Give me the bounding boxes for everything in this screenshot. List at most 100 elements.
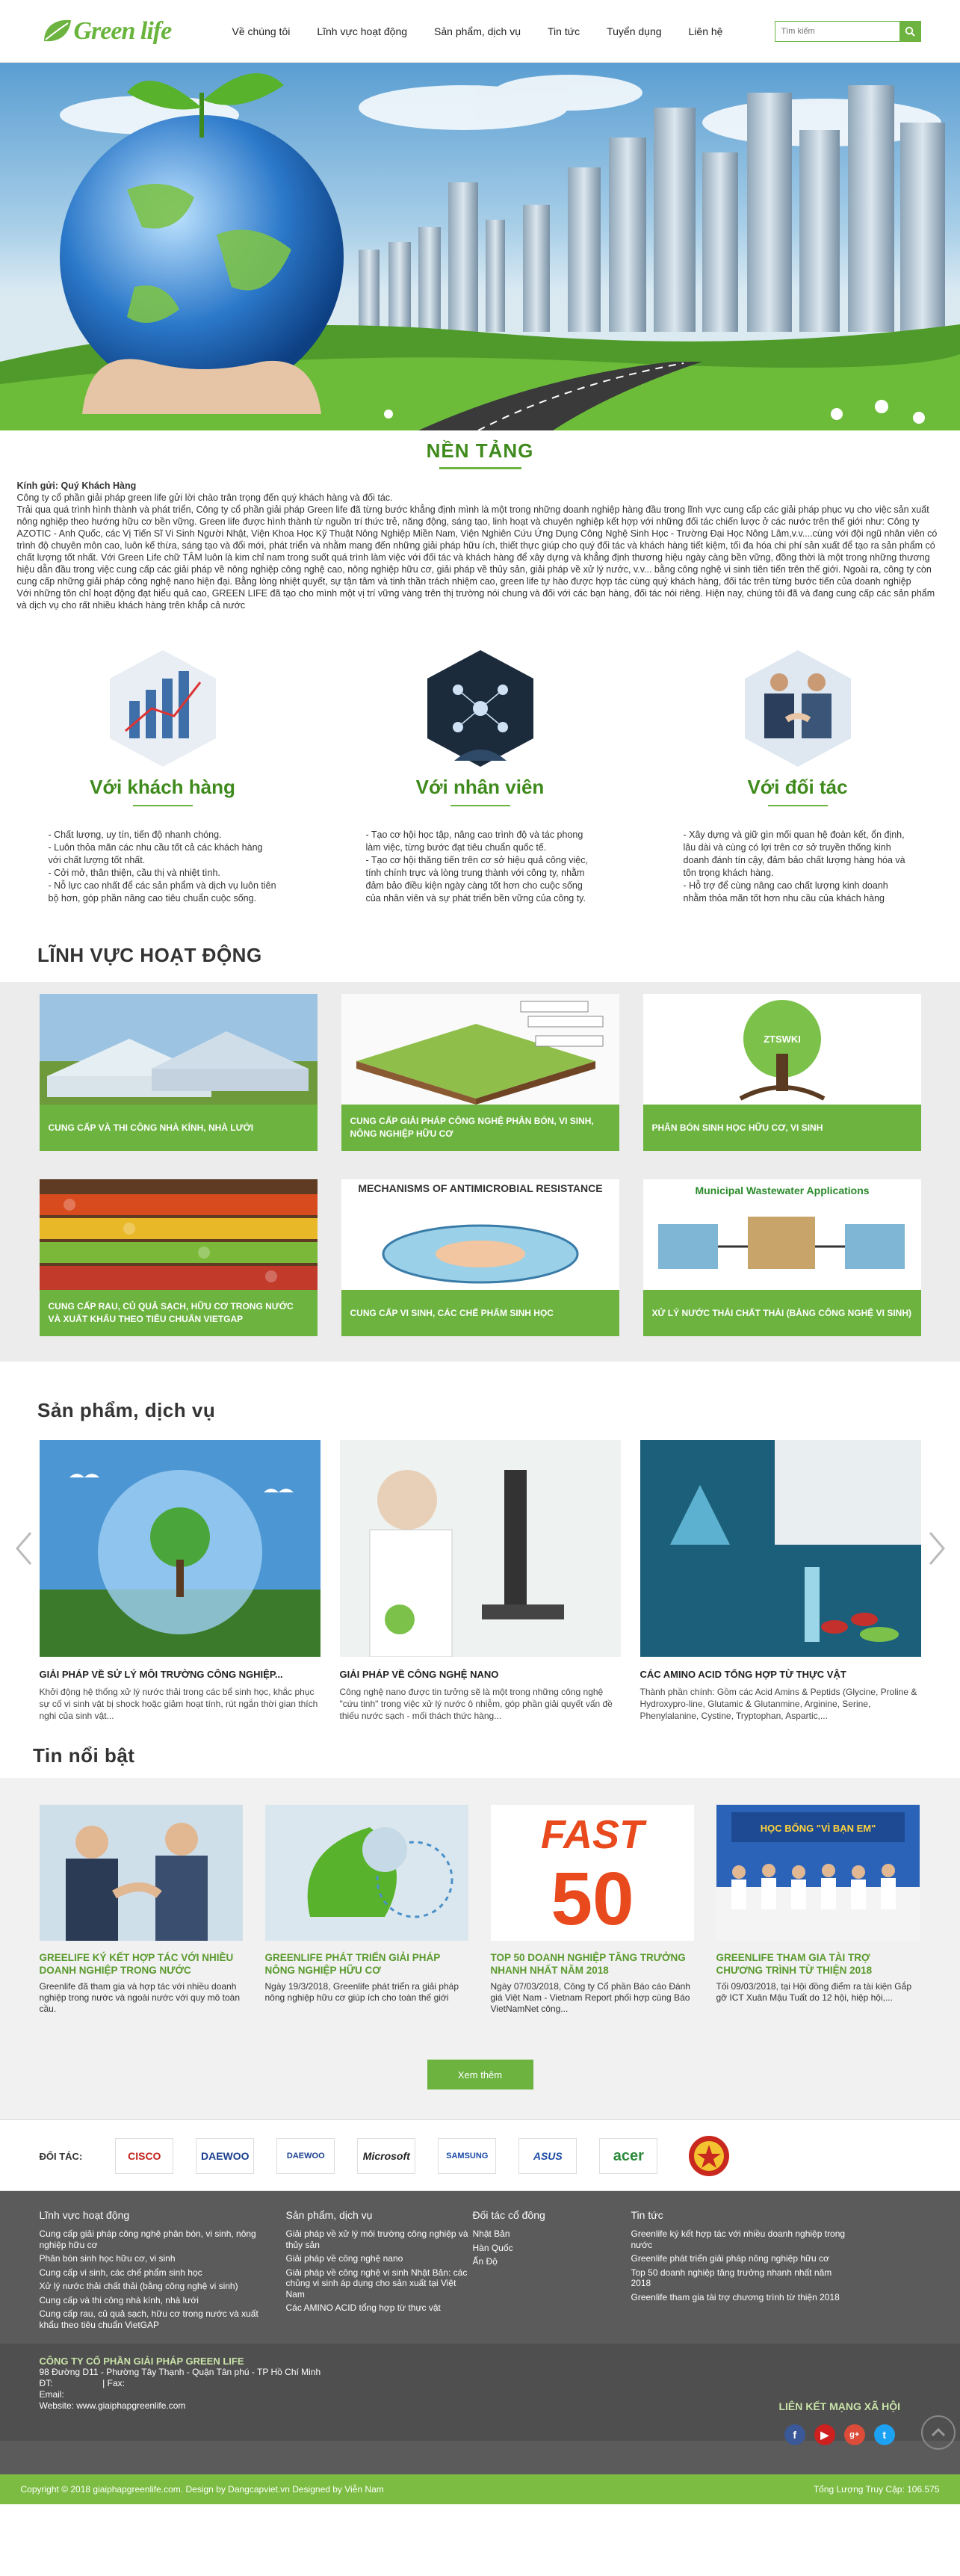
see-more-button[interactable]: Xem thêm: [427, 2060, 533, 2089]
field-caption: XỬ LÝ NƯỚC THẢI CHẤT THẢI (BẰNG CÔNG NGH…: [642, 1290, 921, 1336]
nen-tang-text: Kính gửi: Quý Khách Hàng Công ty cổ phần…: [17, 480, 944, 611]
field-card[interactable]: CUNG CẤP VÀ THI CÔNG NHÀ KÍNH, NHÀ LƯỚI: [39, 994, 318, 1151]
hero-banner: [0, 63, 960, 430]
banner-label: HỌC BỔNG "VÌ BẠN EM": [760, 1823, 876, 1834]
news-card[interactable]: GREELIFE KÝ KẾT HỢP TÁC VỚI NHIỀU DOANH …: [39, 1805, 243, 2015]
footer-col-title: Đối tác cổ đông: [472, 2209, 545, 2221]
twitter-icon[interactable]: t: [873, 2424, 895, 2445]
field-card[interactable]: CUNG CẤP RAU, CỦ QUẢ SẠCH, HỮU CƠ TRONG …: [39, 1179, 318, 1336]
footer-link[interactable]: Xử lý nước thải chất thải (bằng công ngh…: [40, 2281, 277, 2292]
company-email: Email:: [39, 2389, 64, 2400]
tech-leaf-photo: [264, 1805, 468, 1941]
partner-logo-samsung[interactable]: SAMSUNG: [438, 2138, 497, 2174]
value-line: - Tạo cơ hội học tập, nâng cao trình độ …: [365, 830, 583, 853]
footer-link[interactable]: Giải pháp về xử lý môi trường công nghiệ…: [286, 2228, 473, 2250]
news-card[interactable]: GREENLIFE PHÁT TRIỂN GIẢI PHÁP NÔNG NGHI…: [264, 1805, 468, 2015]
footer-link[interactable]: Cung cấp vi sinh, các chế phẩm sinh học: [40, 2267, 277, 2279]
back-to-top-icon[interactable]: [921, 2415, 956, 2450]
footer-link[interactable]: Cung cấp giải pháp công nghệ phân bón, v…: [40, 2228, 277, 2250]
carousel-next-arrow[interactable]: [926, 1530, 948, 1567]
news-title: GREENLIFE PHÁT TRIỂN GIẢI PHÁP NÔNG NGHI…: [264, 1952, 441, 1976]
value-employees: Với nhân viên - Tạo cơ hội học tập, nâng…: [357, 649, 604, 905]
globe-tree-image: [39, 1440, 320, 1657]
footer-link[interactable]: Nhật Bản: [473, 2228, 631, 2240]
field-caption: CUNG CẤP GIẢI PHÁP CÔNG NGHỆ PHÂN BÓN, V…: [341, 1105, 619, 1151]
footer-link[interactable]: Giải pháp về công nghệ nano: [286, 2253, 473, 2264]
section-title: Sản phẩm, dịch vụ: [37, 1399, 216, 1421]
scholarship-photo: HỌC BỔNG "VÌ BẠN EM": [716, 1805, 920, 1941]
google-plus-icon[interactable]: g+: [843, 2424, 865, 2445]
nav-contact[interactable]: Liên hệ: [675, 0, 737, 63]
footer-link[interactable]: Cung cấp và thi công nhà kính, nhà lưới: [40, 2295, 277, 2306]
field-card[interactable]: Municipal Wastewater Applications XỬ LÝ …: [642, 1179, 921, 1336]
field-caption: CUNG CẤP VI SINH, CÁC CHẾ PHẨM SINH HỌC: [341, 1290, 619, 1336]
news-card[interactable]: HỌC BỔNG "VÌ BẠN EM" GREENLIFE THAM GIA …: [716, 1805, 920, 2015]
footer-col-fields: Lĩnh vực hoạt động Cung cấp giải pháp cô…: [40, 2209, 277, 2333]
news-desc: Tối 09/03/2018, tại Hội đồng điểm ra tài…: [716, 1981, 912, 2003]
company-name: CÔNG TY CỔ PHẦN GIẢI PHÁP GREEN LIFE: [39, 2356, 244, 2367]
footer-link[interactable]: Các AMINO ACID tổng hợp từ thực vật: [286, 2302, 473, 2314]
field-card[interactable]: MECHANISMS OF ANTIMICROBIAL RESISTANCE C…: [341, 1179, 619, 1336]
footer-link[interactable]: Phân bón sinh học hữu cơ, vi sinh: [40, 2253, 277, 2264]
partner-logo-microsoft[interactable]: Microsoft: [357, 2138, 416, 2174]
news-card[interactable]: FAST 50 TOP 50 DOANH NGHIỆP TĂNG TRƯỞNG N…: [490, 1805, 694, 2015]
greenhouse-image: [39, 994, 318, 1105]
footer-link[interactable]: Top 50 doanh nghiệp tăng trưởng nhanh nh…: [631, 2267, 848, 2289]
field-caption: PHÂN BÓN SINH HỌC HỮU CƠ, VI SINH: [642, 1105, 921, 1151]
site-footer: Lĩnh vực hoạt động Cung cấp giải pháp cô…: [0, 2191, 960, 2504]
product-card[interactable]: GIẢI PHÁP VỀ CÔNG NGHỆ NANO Công nghệ na…: [339, 1440, 621, 1722]
footer-col-products: Sản phẩm, dịch vụ Giải pháp về xử lý môi…: [286, 2209, 473, 2333]
footer-link[interactable]: Greenlife tham gia tài trợ chương trình …: [631, 2292, 848, 2303]
handshake-image: [742, 649, 854, 768]
value-line: - Cởi mở, thân thiện, cầu thị và nhiệt t…: [48, 868, 220, 878]
intro-paragraph-3: Với những tôn chỉ hoạt động đạt hiểu quả…: [16, 588, 935, 611]
product-title: GIẢI PHÁP VỀ CÔNG NGHỆ NANO: [339, 1669, 499, 1680]
intro-paragraph-2: Trải qua quá trình hình thành và phát tr…: [16, 504, 938, 587]
value-title: Với khách hàng: [40, 776, 286, 806]
carousel-prev-arrow[interactable]: [13, 1530, 35, 1567]
chemistry-image: [640, 1440, 921, 1657]
partner-logo-emblem[interactable]: [680, 2136, 739, 2176]
footer-link[interactable]: Cung cấp rau, củ quả sạch, hữu cơ trong …: [40, 2308, 277, 2330]
partner-logo-daewoo-2[interactable]: DAEWOO: [276, 2138, 335, 2174]
values-section: Với khách hàng - Chất lượng, uy tín, tiế…: [40, 649, 921, 905]
footer-col-partners: Đối tác cổ đông Nhật Bản Hàn Quốc Ấn Độ: [473, 2209, 631, 2333]
youtube-icon[interactable]: ▶: [814, 2424, 835, 2445]
field-card[interactable]: ZTSWKI PHÂN BÓN SINH HỌC HỮU CƠ, VI SINH: [642, 994, 921, 1151]
field-caption: CUNG CẤP VÀ THI CÔNG NHÀ KÍNH, NHÀ LƯỚI: [39, 1105, 318, 1151]
nav-careers[interactable]: Tuyển dụng: [593, 0, 675, 63]
value-line: - Luôn thỏa mãn các nhu cầu tốt cả các k…: [48, 842, 263, 865]
field-card[interactable]: CUNG CẤP GIẢI PHÁP CÔNG NGHỆ PHÂN BÓN, V…: [341, 994, 619, 1151]
search-button[interactable]: [899, 22, 920, 41]
nav-news[interactable]: Tin tức: [534, 0, 593, 63]
partner-logo-cisco[interactable]: CISCO: [115, 2138, 174, 2174]
facebook-icon[interactable]: f: [784, 2424, 805, 2445]
footer-col-title: Tin tức: [631, 2209, 663, 2221]
product-card[interactable]: CÁC AMINO ACID TỔNG HỢP TỪ THỰC VẬT Thàn…: [640, 1440, 921, 1722]
search-input[interactable]: [775, 22, 899, 41]
partner-logo-asus[interactable]: ASUS: [518, 2138, 577, 2174]
site-header: Green life Về chúng tôi Lĩnh vực hoạt độ…: [0, 0, 960, 63]
footer-link[interactable]: Giải pháp về công nghệ vi sinh Nhật Bản:…: [286, 2267, 473, 2300]
value-partners: Với đối tác - Xây dựng và giữ gìn mối qu…: [675, 649, 921, 905]
product-card[interactable]: GIẢI PHÁP VỀ SỬ LÝ MÔI TRƯỜNG CÔNG NGHIỆ…: [39, 1440, 320, 1722]
news-desc: Greenlife đã tham gia và hợp tác với nhi…: [39, 1981, 241, 2014]
partner-logo-daewoo[interactable]: DAEWOO: [196, 2138, 255, 2174]
value-line: - Chất lượng, uy tín, tiến độ nhanh chón…: [48, 830, 222, 840]
mechanisms-label: MECHANISMS OF ANTIMICROBIAL RESISTANCE: [357, 1182, 603, 1194]
nav-fields[interactable]: Lĩnh vực hoạt động: [303, 0, 421, 63]
value-line: - Nỗ lực cao nhất để các sản phẩm và dịc…: [48, 880, 276, 904]
handshake-photo: [39, 1805, 243, 1941]
footer-link[interactable]: Hàn Quốc: [473, 2243, 631, 2254]
partner-logo-acer[interactable]: acer: [599, 2138, 658, 2174]
section-title: Tin nổi bật: [33, 1744, 135, 1767]
social-links: LIÊN KẾT MẠNG XÃ HỘI f ▶ g+ t: [778, 2400, 900, 2445]
nav-products[interactable]: Sản phẩm, dịch vụ: [421, 0, 534, 63]
footer-link[interactable]: Ấn Độ: [473, 2256, 631, 2267]
footer-link[interactable]: Greenlife ký kết hợp tác với nhiều doanh…: [631, 2228, 848, 2250]
logo[interactable]: Green life: [40, 9, 189, 54]
nav-about[interactable]: Về chúng tôi: [219, 0, 304, 63]
lab-microscope-image: [339, 1440, 621, 1657]
footer-link[interactable]: Greenlife phát triển giải pháp nông nghi…: [631, 2253, 848, 2264]
fast-label: FAST: [540, 1812, 646, 1857]
